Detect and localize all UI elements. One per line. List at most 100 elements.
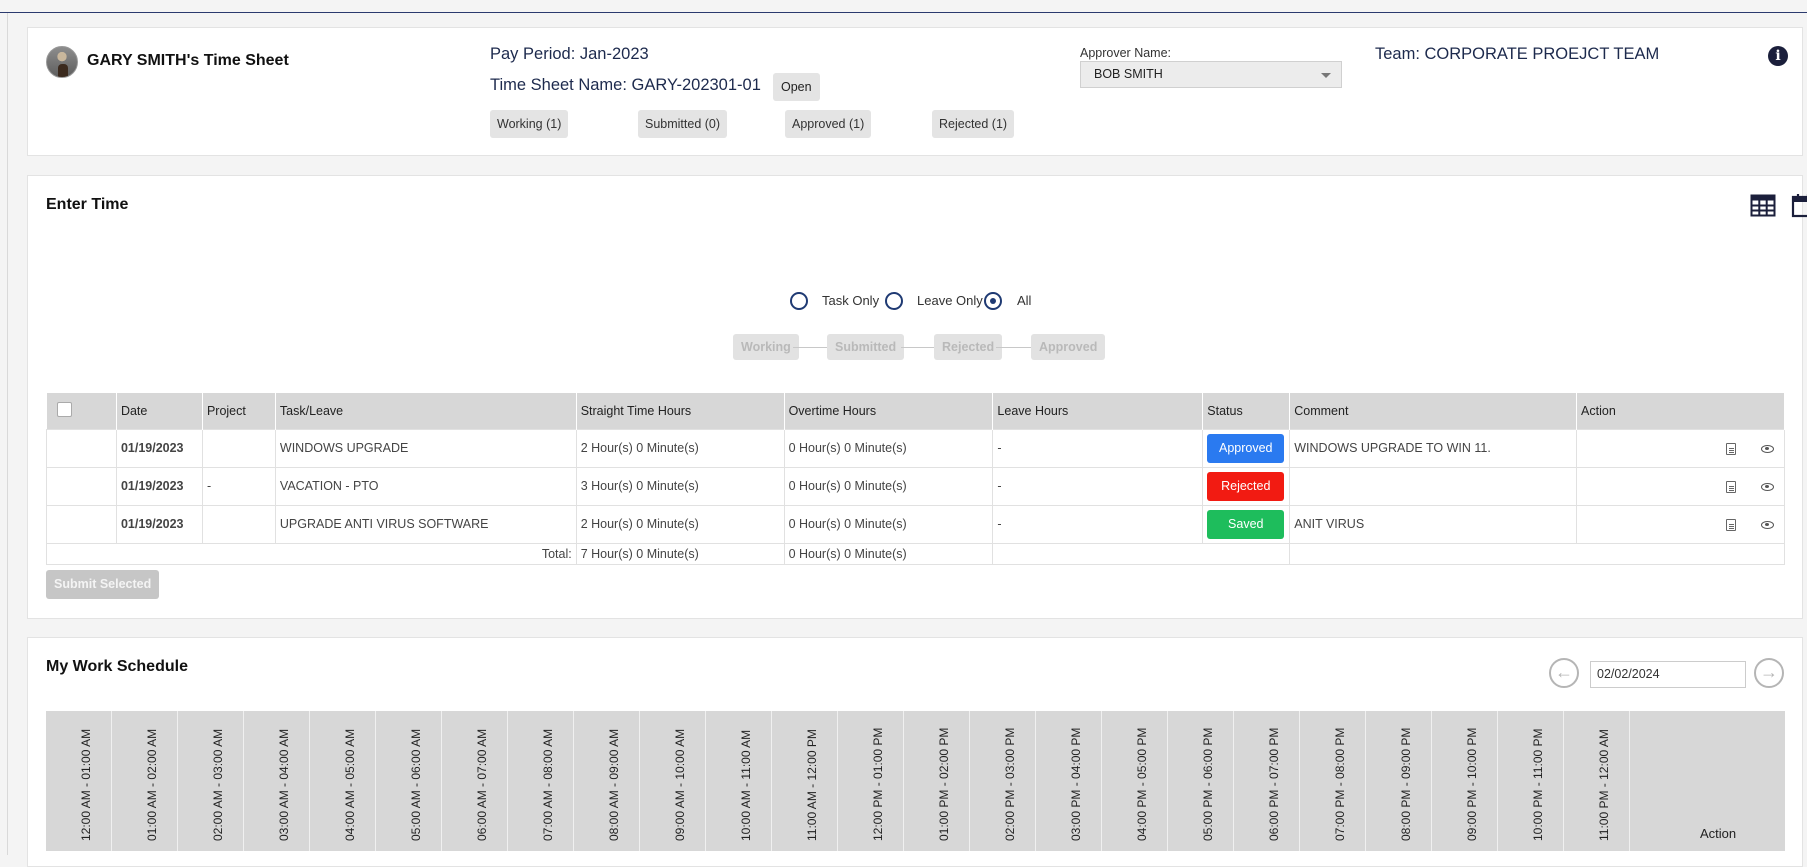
eye-icon[interactable]: [1761, 520, 1774, 529]
schedule-hour-column: 09:00 PM - 10:00 PM: [1432, 711, 1498, 851]
schedule-hour-column: 06:00 AM - 07:00 AM: [442, 711, 508, 851]
pay-period: Pay Period: Jan-2023: [490, 45, 649, 63]
row-status-cell: Approved: [1202, 428, 1291, 468]
workflow-step-working: Working: [733, 334, 799, 360]
status-badge: Saved: [1207, 509, 1285, 539]
total-empty: [1289, 542, 1785, 565]
total-overtime: 0 Hour(s) 0 Minute(s): [783, 542, 994, 565]
row-comment: WINDOWS UPGRADE TO WIN 11.: [1289, 428, 1578, 468]
time-entries-table: Date Project Task/Leave Straight Time Ho…: [46, 393, 1785, 565]
workflow-connector: [793, 347, 827, 348]
total-straight-time: 7 Hour(s) 0 Minute(s): [575, 542, 785, 565]
schedule-hour-column: 05:00 AM - 06:00 AM: [376, 711, 442, 851]
schedule-hour-label: 11:00 AM - 12:00 PM: [805, 729, 819, 841]
working-count-pill[interactable]: Working (1): [490, 110, 569, 138]
table-row[interactable]: 01/19/2023 UPGRADE ANTI VIRUS SOFTWARE 2…: [46, 504, 1785, 544]
eye-icon[interactable]: [1761, 444, 1774, 453]
schedule-hour-label: 02:00 AM - 03:00 AM: [211, 728, 225, 841]
schedule-hour-label: 07:00 AM - 08:00 AM: [541, 728, 555, 841]
schedule-hour-label: 02:00 PM - 03:00 PM: [1003, 727, 1017, 841]
schedule-hour-column: 09:00 AM - 10:00 AM: [640, 711, 706, 851]
schedule-hour-label: 12:00 AM - 01:00 AM: [79, 728, 93, 841]
table-row[interactable]: 01/19/2023 - VACATION - PTO 3 Hour(s) 0 …: [46, 466, 1785, 506]
row-leave: -: [992, 466, 1204, 506]
schedule-hour-label: 05:00 AM - 06:00 AM: [409, 728, 423, 841]
enter-time-panel: Enter Time Task Only Leave Only All Work…: [27, 175, 1807, 619]
leave-only-radio[interactable]: [885, 292, 903, 310]
timesheet-open-badge: Open: [773, 73, 820, 101]
team-name: Team: CORPORATE PROEJCT TEAM: [1375, 45, 1660, 63]
row-status-cell: Rejected: [1202, 466, 1291, 506]
row-project: -: [201, 466, 276, 506]
previous-arrow-icon[interactable]: ←: [1549, 658, 1579, 688]
column-header-overtime[interactable]: Overtime Hours: [784, 393, 994, 429]
schedule-hour-label: 06:00 AM - 07:00 AM: [475, 728, 489, 841]
schedule-hour-column: 03:00 PM - 04:00 PM: [1036, 711, 1102, 851]
row-date: 01/19/2023: [115, 466, 203, 506]
calendar-view-icon[interactable]: [1791, 193, 1807, 218]
select-all-cell: [46, 393, 117, 429]
schedule-hour-label: 12:00 PM - 01:00 PM: [871, 727, 885, 841]
total-row: Total: 7 Hour(s) 0 Minute(s) 0 Hour(s) 0…: [46, 542, 1785, 565]
schedule-hour-column: 03:00 AM - 04:00 AM: [244, 711, 310, 851]
entry-type-filter: Task Only Leave Only All: [28, 292, 1804, 312]
column-header-straight-time[interactable]: Straight Time Hours: [576, 393, 785, 429]
timesheet-owner-title: GARY SMITH's Time Sheet: [87, 52, 289, 69]
column-header-date[interactable]: Date: [116, 393, 203, 429]
row-overtime: 0 Hour(s) 0 Minute(s): [783, 466, 994, 506]
schedule-action-header: Action: [1700, 826, 1737, 841]
schedule-hour-column: 01:00 PM - 02:00 PM: [904, 711, 970, 851]
task-only-radio[interactable]: [790, 292, 808, 310]
row-project: [201, 504, 276, 544]
submit-selected-button[interactable]: Submit Selected: [46, 570, 160, 599]
row-task: VACATION - PTO: [274, 466, 577, 506]
schedule-hour-label: 05:00 PM - 06:00 PM: [1201, 727, 1215, 841]
schedule-hour-label: 10:00 PM - 11:00 PM: [1531, 728, 1545, 842]
rejected-count-pill[interactable]: Rejected (1): [932, 110, 1015, 138]
schedule-hour-label: 10:00 AM - 11:00 AM: [739, 729, 753, 841]
row-actions: [1576, 466, 1785, 506]
document-icon[interactable]: [1726, 442, 1736, 455]
submitted-count-pill[interactable]: Submitted (0): [638, 110, 728, 138]
workflow-connector: [996, 347, 1031, 348]
row-status-cell: Saved: [1202, 504, 1291, 544]
schedule-hour-column: 05:00 PM - 06:00 PM: [1168, 711, 1234, 851]
row-comment: ANIT VIRUS: [1289, 504, 1578, 544]
row-actions: [1576, 428, 1785, 468]
all-radio[interactable]: [984, 292, 1002, 310]
schedule-hour-label: 09:00 PM - 10:00 PM: [1465, 727, 1479, 841]
table-view-icon[interactable]: [1750, 194, 1776, 217]
schedule-date-input[interactable]: 02/02/2024: [1590, 661, 1746, 688]
column-header-comment[interactable]: Comment: [1289, 393, 1578, 429]
timesheet-name: Time Sheet Name: GARY-202301-01: [490, 76, 761, 94]
workflow-connector: [901, 347, 934, 348]
left-border: [7, 13, 8, 855]
column-header-project[interactable]: Project: [202, 393, 276, 429]
document-icon[interactable]: [1726, 480, 1736, 493]
work-schedule-title: My Work Schedule: [46, 658, 188, 675]
row-leave: -: [992, 504, 1204, 544]
schedule-hour-column: 04:00 PM - 05:00 PM: [1102, 711, 1168, 851]
schedule-hour-column: 11:00 PM - 12:00 AM: [1564, 711, 1630, 851]
status-badge: Approved: [1207, 433, 1285, 463]
task-only-label: Task Only: [822, 293, 880, 308]
next-arrow-icon[interactable]: →: [1754, 658, 1784, 688]
row-straight-time: 2 Hour(s) 0 Minute(s): [575, 504, 785, 544]
row-overtime: 0 Hour(s) 0 Minute(s): [783, 504, 994, 544]
row-select-cell: [46, 504, 117, 544]
select-all-checkbox[interactable]: [56, 401, 72, 417]
document-icon[interactable]: [1726, 518, 1736, 531]
eye-icon[interactable]: [1761, 482, 1774, 491]
table-row[interactable]: 01/19/2023 WINDOWS UPGRADE 2 Hour(s) 0 M…: [46, 428, 1785, 468]
column-header-leave[interactable]: Leave Hours: [992, 393, 1204, 429]
approver-select-value: BOB SMITH: [1094, 67, 1163, 81]
schedule-hour-column: 02:00 PM - 03:00 PM: [970, 711, 1036, 851]
column-header-task[interactable]: Task/Leave: [275, 393, 577, 429]
approved-count-pill[interactable]: Approved (1): [785, 110, 872, 138]
chevron-down-icon: [1321, 73, 1331, 78]
approver-select[interactable]: BOB SMITH: [1080, 61, 1342, 88]
column-header-status[interactable]: Status: [1202, 393, 1291, 429]
schedule-hour-column: 12:00 PM - 01:00 PM: [838, 711, 904, 851]
info-icon[interactable]: i: [1768, 46, 1788, 66]
schedule-hour-label: 07:00 PM - 08:00 PM: [1333, 727, 1347, 841]
